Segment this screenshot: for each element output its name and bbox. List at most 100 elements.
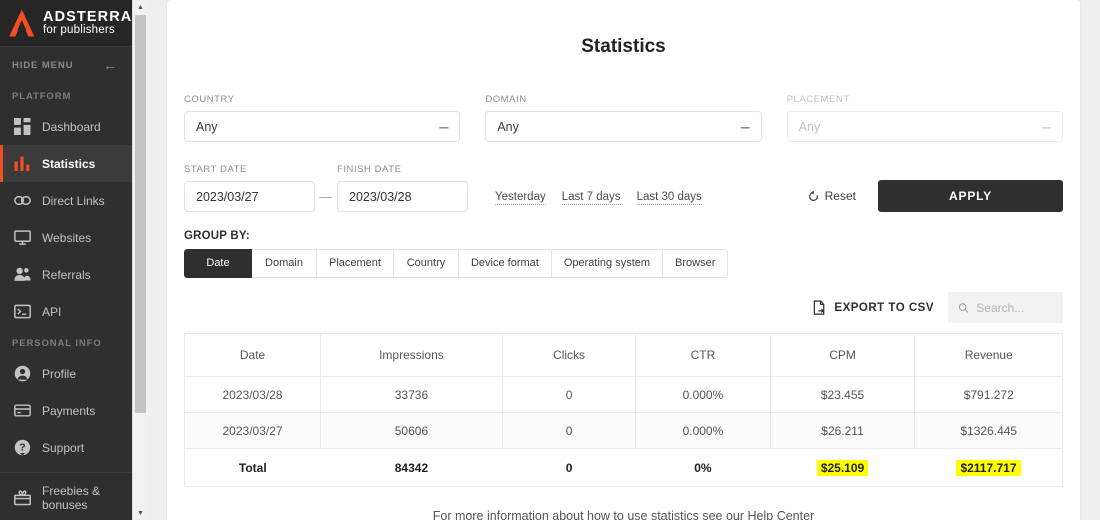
scrollbar-thumb[interactable] — [135, 15, 146, 413]
scroll-up-icon[interactable]: ▲ — [133, 0, 148, 14]
brand-logo-block[interactable]: ADSTERRA for publishers — [0, 0, 132, 47]
highlighted-value: $2117.717 — [956, 460, 1020, 476]
sidebar-item-label: Profile — [42, 367, 76, 381]
placement-filter: PLACEMENT Any ▬ — [787, 94, 1063, 142]
terminal-icon — [14, 303, 31, 320]
column-header-date[interactable]: Date — [185, 334, 321, 377]
monitor-icon — [14, 229, 31, 246]
date-range-row: START DATE 2023/03/27 — FINISH DATE 2023… — [184, 142, 1063, 212]
cell-date: 2023/03/27 — [185, 413, 321, 449]
placement-value: Any — [799, 120, 821, 134]
sidebar-item-direct-links[interactable]: Direct Links — [0, 182, 132, 219]
sidebar-item-label: Referrals — [42, 268, 91, 282]
country-label: COUNTRY — [184, 94, 460, 105]
statistics-page: ADSTERRA for publishers HIDE MENU ← PLAT… — [0, 0, 1100, 520]
finish-date-input[interactable]: 2023/03/28 — [337, 181, 468, 212]
sidebar-item-referrals[interactable]: Referrals — [0, 256, 132, 293]
sidebar-item-profile[interactable]: Profile — [0, 355, 132, 392]
start-date-field: START DATE 2023/03/27 — [184, 164, 315, 212]
sidebar-item-label: Payments — [42, 404, 95, 418]
column-header-cpm[interactable]: CPM — [770, 334, 915, 377]
table-header-row: DateImpressionsClicksCTRCPMRevenue — [185, 334, 1063, 377]
date-separator: — — [315, 189, 337, 212]
country-filter: COUNTRY Any ▬ — [184, 94, 460, 142]
hide-menu-button[interactable]: HIDE MENU ← — [0, 47, 132, 83]
link-icon — [14, 192, 31, 209]
chevron-down-icon: ▬ — [1042, 124, 1051, 129]
tab-domain[interactable]: Domain — [252, 249, 317, 278]
tab-date[interactable]: Date — [184, 249, 252, 278]
cell-revenue: $1326.445 — [915, 413, 1063, 449]
tab-operating-system[interactable]: Operating system — [552, 249, 663, 278]
chevron-down-icon: ▬ — [741, 124, 750, 129]
search-icon — [958, 301, 969, 315]
reset-icon — [807, 190, 820, 203]
scroll-down-icon[interactable]: ▼ — [133, 506, 148, 520]
export-label: EXPORT TO CSV — [834, 302, 934, 314]
column-header-revenue[interactable]: Revenue — [915, 334, 1063, 377]
footer-text: For more information about how to use st… — [433, 509, 703, 520]
sidebar-item-support[interactable]: ?Support — [0, 429, 132, 466]
column-header-ctr[interactable]: CTR — [636, 334, 770, 377]
table-head: DateImpressionsClicksCTRCPMRevenue — [185, 334, 1063, 377]
cell-ctr: 0.000% — [636, 413, 770, 449]
search-box[interactable] — [948, 292, 1063, 323]
column-header-clicks[interactable]: Clicks — [502, 334, 635, 377]
bar-chart-icon — [14, 155, 31, 172]
table-body: 2023/03/283373600.000%$23.455$791.272202… — [185, 377, 1063, 487]
sidebar-item-api[interactable]: API — [0, 293, 132, 330]
tab-country[interactable]: Country — [394, 249, 459, 278]
chevron-down-icon: ▬ — [439, 124, 448, 129]
cell-ctr: 0.000% — [636, 377, 770, 413]
sidebar-section-label: PLATFORM — [0, 83, 132, 108]
reset-button[interactable]: Reset — [807, 189, 856, 203]
finish-date-field: FINISH DATE 2023/03/28 — [337, 164, 468, 212]
table-row: 2023/03/275060600.000%$26.211$1326.445 — [185, 413, 1063, 449]
start-date-label: START DATE — [184, 164, 315, 175]
page-title: Statistics — [184, 0, 1063, 58]
country-value: Any — [196, 120, 218, 134]
group-by-tabs: DateDomainPlacementCountryDevice formatO… — [184, 249, 728, 278]
total-impressions: 84342 — [321, 449, 503, 487]
placement-select[interactable]: Any ▬ — [787, 111, 1063, 142]
people-icon — [14, 266, 31, 283]
quick-range-links: Yesterday Last 7 days Last 30 days — [468, 191, 702, 212]
cell-revenue: $791.272 — [915, 377, 1063, 413]
sidebar-item-label: Direct Links — [42, 194, 105, 208]
hide-menu-label: HIDE MENU — [12, 60, 73, 71]
apply-button[interactable]: APPLY — [878, 180, 1063, 212]
filter-actions: Reset APPLY — [807, 180, 1063, 212]
country-select[interactable]: Any ▬ — [184, 111, 460, 142]
sidebar-item-label: Websites — [42, 231, 91, 245]
cell-cpm: $26.211 — [770, 413, 915, 449]
domain-select[interactable]: Any ▬ — [485, 111, 761, 142]
adsterra-logo-icon — [8, 8, 36, 38]
sidebar-item-dashboard[interactable]: Dashboard — [0, 108, 132, 145]
tab-device-format[interactable]: Device format — [459, 249, 552, 278]
footer-note: For more information about how to use st… — [184, 487, 1063, 520]
cell-clicks: 0 — [502, 413, 635, 449]
tab-placement[interactable]: Placement — [317, 249, 394, 278]
page-scrollbar[interactable]: ▲ ▼ — [132, 0, 147, 520]
highlighted-value: $25.109 — [817, 460, 868, 476]
cell-impressions: 50606 — [321, 413, 503, 449]
quick-range-last-30-days[interactable]: Last 30 days — [637, 191, 702, 205]
export-to-csv-button[interactable]: EXPORT TO CSV — [812, 300, 934, 316]
sidebar-item-statistics[interactable]: Statistics — [0, 145, 132, 182]
start-date-input[interactable]: 2023/03/27 — [184, 181, 315, 212]
quick-range-yesterday[interactable]: Yesterday — [495, 191, 546, 205]
sidebar-item-label: API — [42, 305, 61, 319]
total-revenue: $2117.717 — [915, 449, 1063, 487]
sidebar-item-payments[interactable]: Payments — [0, 392, 132, 429]
quick-range-last-7-days[interactable]: Last 7 days — [562, 191, 621, 205]
statistics-table: DateImpressionsClicksCTRCPMRevenue 2023/… — [184, 333, 1063, 487]
column-header-impressions[interactable]: Impressions — [321, 334, 503, 377]
help-center-link[interactable]: see our Help Center — [702, 509, 814, 520]
tab-browser[interactable]: Browser — [663, 249, 728, 278]
dashboard-icon — [14, 118, 31, 135]
gift-icon — [14, 489, 31, 506]
search-input[interactable] — [976, 301, 1053, 315]
sidebar-item-freebies-bonuses[interactable]: Freebies & bonuses — [0, 479, 132, 516]
cell-cpm: $23.455 — [770, 377, 915, 413]
sidebar-item-websites[interactable]: Websites — [0, 219, 132, 256]
